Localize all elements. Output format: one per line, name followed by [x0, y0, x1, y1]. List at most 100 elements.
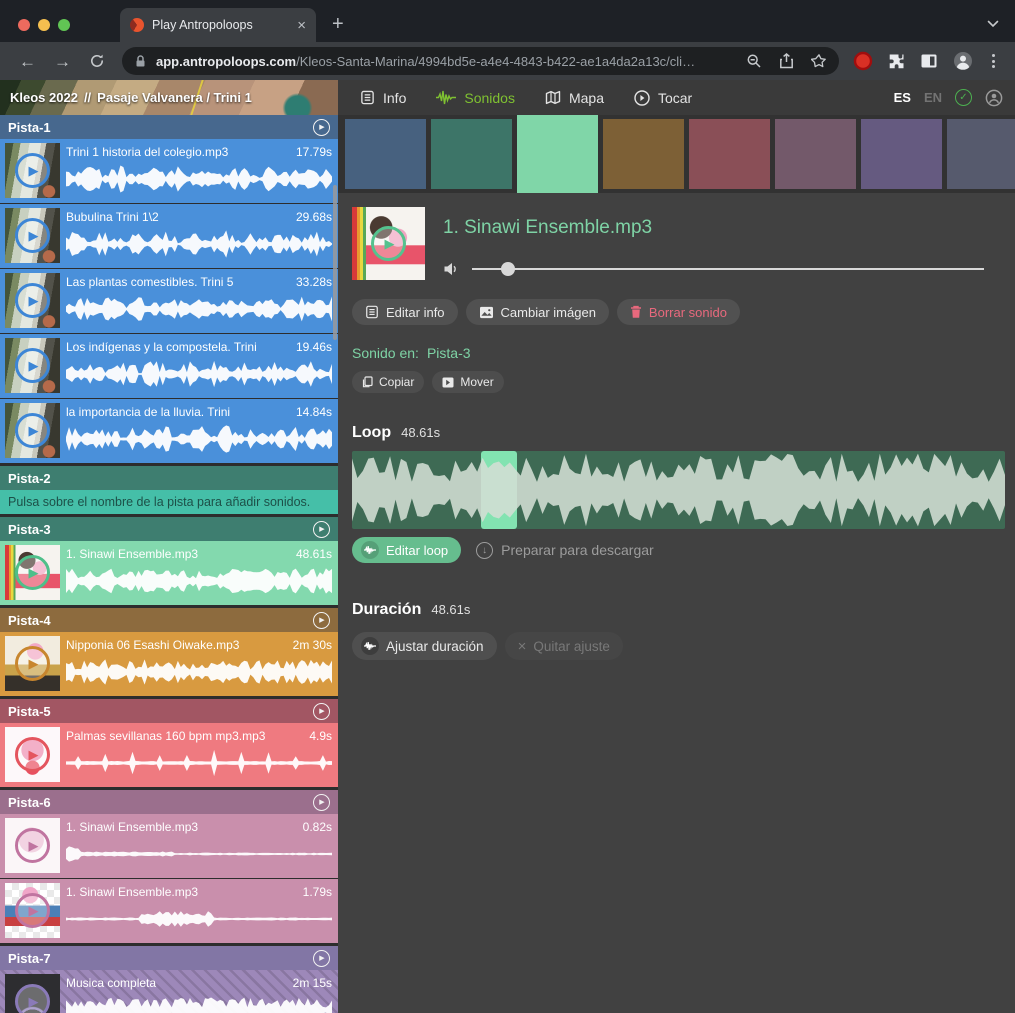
- track-play-button[interactable]: ▶: [313, 612, 330, 629]
- tab-search-chevron-icon[interactable]: [987, 20, 999, 28]
- breadcrumb-path[interactable]: Pasaje Valvanera / Trini 1: [97, 90, 252, 105]
- clip-play-button[interactable]: ▶: [15, 153, 50, 188]
- edit-info-button[interactable]: Editar info: [352, 299, 458, 325]
- track-header[interactable]: Pista-2: [0, 466, 338, 490]
- breadcrumb-project[interactable]: Kleos 2022: [10, 90, 78, 105]
- lang-es[interactable]: ES: [894, 90, 911, 105]
- delete-sound-button[interactable]: Borrar sonido: [617, 299, 740, 325]
- clip-row[interactable]: ▶Nipponia 06 Esashi Oiwake.mp32m 30s: [0, 632, 338, 696]
- clip-row[interactable]: ▶1. Sinawi Ensemble.mp348.61s: [0, 541, 338, 605]
- track-swatch-3[interactable]: [517, 115, 598, 193]
- play-button[interactable]: ▶: [371, 226, 406, 261]
- forward-button[interactable]: →: [45, 53, 80, 70]
- volume-slider[interactable]: [472, 262, 984, 276]
- reload-button[interactable]: [80, 53, 114, 69]
- clip-play-button[interactable]: ▶: [15, 737, 50, 772]
- clip-row[interactable]: ▶1. Sinawi Ensemble.mp31.79s: [0, 879, 338, 943]
- track-swatch-5[interactable]: [689, 119, 770, 189]
- lang-en[interactable]: EN: [924, 90, 942, 105]
- clip-play-button[interactable]: ▶: [15, 646, 50, 681]
- new-tab-button[interactable]: +: [332, 14, 344, 34]
- nav-info[interactable]: Info: [360, 90, 406, 106]
- track-name[interactable]: Pista-4: [8, 613, 313, 628]
- track-swatch-6[interactable]: [775, 119, 856, 189]
- back-button[interactable]: ←: [10, 53, 45, 70]
- track-play-button[interactable]: ▶: [313, 703, 330, 720]
- track-swatch-1[interactable]: [345, 119, 426, 189]
- edit-loop-button[interactable]: Editar loop: [352, 537, 461, 563]
- nav-tocar[interactable]: Tocar: [634, 90, 692, 106]
- track-header[interactable]: Pista-3▶: [0, 517, 338, 541]
- track-play-button[interactable]: ▶: [313, 794, 330, 811]
- track-name[interactable]: Pista-2: [8, 471, 330, 486]
- browser-menu-icon[interactable]: [988, 54, 999, 68]
- track-name[interactable]: Pista-5: [8, 704, 313, 719]
- move-button[interactable]: Mover: [432, 371, 503, 393]
- clip-play-button[interactable]: ▶: [15, 828, 50, 863]
- prepare-download-button[interactable]: ↓ Preparar para descargar: [476, 542, 654, 559]
- address-bar[interactable]: app.antropoloops.com/Kleos-Santa-Marina/…: [122, 47, 839, 75]
- track-name[interactable]: Pista-7: [8, 951, 313, 966]
- clip-play-button[interactable]: ▶: [15, 218, 50, 253]
- volume-slider-knob[interactable]: [501, 262, 515, 276]
- breadcrumb[interactable]: Kleos 2022//Pasaje Valvanera / Trini 1: [0, 80, 338, 115]
- extensions-puzzle-icon[interactable]: [888, 53, 905, 70]
- clip-row[interactable]: ▶Palmas sevillanas 160 bpm mp3.mp34.9s: [0, 723, 338, 787]
- side-panel-icon[interactable]: [920, 53, 938, 69]
- track-swatch-7[interactable]: [861, 119, 942, 189]
- sound-in-track-link[interactable]: Pista-3: [427, 345, 471, 361]
- clip-row[interactable]: ▶Los indígenas y la compostela. Trini19.…: [0, 334, 338, 398]
- clip-play-button[interactable]: ▶: [15, 348, 50, 383]
- clip-play-button[interactable]: ▶: [15, 893, 50, 928]
- minimize-window-button[interactable]: [38, 19, 50, 31]
- track-play-button[interactable]: ▶: [313, 521, 330, 538]
- clip-waveform: [66, 566, 332, 596]
- toolbar-extensions: [847, 51, 1005, 71]
- clip-row[interactable]: ▶Musica completa2m 15s: [0, 970, 338, 1013]
- track-header[interactable]: Pista-4▶: [0, 608, 338, 632]
- zoom-window-button[interactable]: [58, 19, 70, 31]
- adjust-duration-button[interactable]: Ajustar duración: [352, 632, 497, 660]
- track-swatch-2[interactable]: [431, 119, 512, 189]
- track-name[interactable]: Pista-6: [8, 795, 313, 810]
- track-name[interactable]: Pista-1: [8, 120, 313, 135]
- nav-mapa[interactable]: Mapa: [545, 90, 604, 106]
- clip-play-button[interactable]: ▶: [15, 984, 50, 1013]
- copy-button[interactable]: Copiar: [352, 371, 424, 393]
- change-image-button[interactable]: Cambiar imágen: [466, 299, 609, 325]
- track-play-button[interactable]: ▶: [313, 950, 330, 967]
- clip-row[interactable]: ▶la importancia de la lluvia. Trini14.84…: [0, 399, 338, 463]
- track-header[interactable]: Pista-1▶: [0, 115, 338, 139]
- nav-sonidos[interactable]: Sonidos: [436, 90, 515, 106]
- clip-play-button[interactable]: ▶: [15, 413, 50, 448]
- clip-row[interactable]: ▶Bubulina Trini 1\229.68s: [0, 204, 338, 268]
- browser-tab[interactable]: Play Antropoloops ×: [120, 8, 316, 42]
- loop-duration: 48.61s: [401, 425, 440, 440]
- tab-close-icon[interactable]: ×: [297, 18, 306, 33]
- track-name[interactable]: Pista-3: [8, 522, 313, 537]
- zoom-page-icon[interactable]: [746, 53, 762, 69]
- share-icon[interactable]: [779, 53, 794, 69]
- recording-extension-icon[interactable]: [853, 51, 873, 71]
- track-header[interactable]: Pista-5▶: [0, 699, 338, 723]
- clip-row[interactable]: ▶1. Sinawi Ensemble.mp30.82s: [0, 814, 338, 878]
- track-header[interactable]: Pista-6▶: [0, 790, 338, 814]
- close-window-button[interactable]: [18, 19, 30, 31]
- clip-play-button[interactable]: ▶: [15, 283, 50, 318]
- account-icon[interactable]: [985, 89, 1003, 107]
- remove-adjust-button[interactable]: × Quitar ajuste: [505, 632, 623, 660]
- sidebar-scrollbar[interactable]: [333, 185, 337, 340]
- clip-row[interactable]: ▶Trini 1 historia del colegio.mp317.79s: [0, 139, 338, 203]
- loop-waveform[interactable]: [352, 451, 1005, 529]
- clip-play-button[interactable]: ▶: [15, 555, 50, 590]
- bookmark-star-icon[interactable]: [811, 53, 827, 69]
- profile-avatar-icon[interactable]: [953, 51, 973, 71]
- clip-title: la importancia de la lluvia. Trini: [66, 405, 268, 419]
- clip-row[interactable]: ▶Las plantas comestibles. Trini 533.28s: [0, 269, 338, 333]
- track-swatch-8[interactable]: [947, 119, 1015, 189]
- track-play-button[interactable]: ▶: [313, 119, 330, 136]
- track-header[interactable]: Pista-7▶: [0, 946, 338, 970]
- track-empty-message[interactable]: Pulsa sobre el nombre de la pista para a…: [0, 490, 338, 514]
- track-swatch-4[interactable]: [603, 119, 684, 189]
- sound-image[interactable]: ▶: [352, 207, 425, 280]
